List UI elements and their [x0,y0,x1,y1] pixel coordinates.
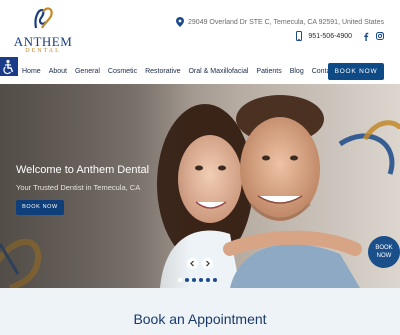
slider-dot[interactable] [192,278,196,282]
floating-book-label: BOOK [375,245,393,251]
nav-item-restorative[interactable]: Restorative [141,63,184,81]
address-text[interactable]: 29049 Overland Dr STE C, Temecula, CA 92… [188,19,384,26]
slider-dot[interactable] [185,278,189,282]
nav-item-patients[interactable]: Patients [252,63,285,81]
logo[interactable]: ANTHEM DENTAL [12,6,74,56]
book-now-button[interactable]: BOOK NOW [328,63,384,80]
phone-number[interactable]: 951-506-4900 [308,33,352,40]
floating-now-label: NOW [376,253,392,259]
slider-next-button[interactable] [202,258,213,269]
hero-book-now-button[interactable]: BOOK NOW [16,200,64,215]
nav-item-blog[interactable]: Blog [286,63,308,81]
hero-subtitle: Your Trusted Dentist in Temecula, CA [16,183,141,192]
site-header: ANTHEM DENTAL 29049 Overland Dr STE C, T… [0,0,400,84]
appointment-title: Book an Appointment [133,311,267,327]
slider-dots [178,278,217,282]
chevron-right-icon [206,260,210,267]
main-nav: Home About General Cosmetic Restorative … [18,63,350,81]
floating-book-now-button[interactable]: BOOK NOW [368,236,400,268]
nav-item-oral-maxillofacial[interactable]: Oral & Maxillofacial [184,63,252,81]
contact-row: 951-506-4900 [296,30,384,42]
hero-slider: Welcome to Anthem Dental Your Trusted De… [0,84,400,288]
accessibility-button[interactable] [0,57,18,76]
phone-icon [296,31,303,41]
slider-dot[interactable] [178,278,182,282]
accessibility-icon [3,59,14,75]
nav-item-home[interactable]: Home [18,63,45,81]
appointment-section: Book an Appointment [0,288,400,335]
nav-item-about[interactable]: About [45,63,71,81]
slider-prev-button[interactable] [187,258,198,269]
nav-item-general[interactable]: General [71,63,104,81]
instagram-icon[interactable] [376,32,384,40]
address-line: 29049 Overland Dr STE C, Temecula, CA 92… [176,16,384,28]
slider-dot[interactable] [199,278,203,282]
logo-subtext: DENTAL [25,48,61,54]
hero-title: Welcome to Anthem Dental [16,164,150,176]
slider-dot[interactable] [206,278,210,282]
slider-dot[interactable] [213,278,217,282]
logo-mark-icon [34,7,53,29]
facebook-icon[interactable] [362,32,370,41]
nav-item-cosmetic[interactable]: Cosmetic [104,63,141,81]
map-pin-icon [176,17,185,27]
chevron-left-icon [190,260,194,267]
